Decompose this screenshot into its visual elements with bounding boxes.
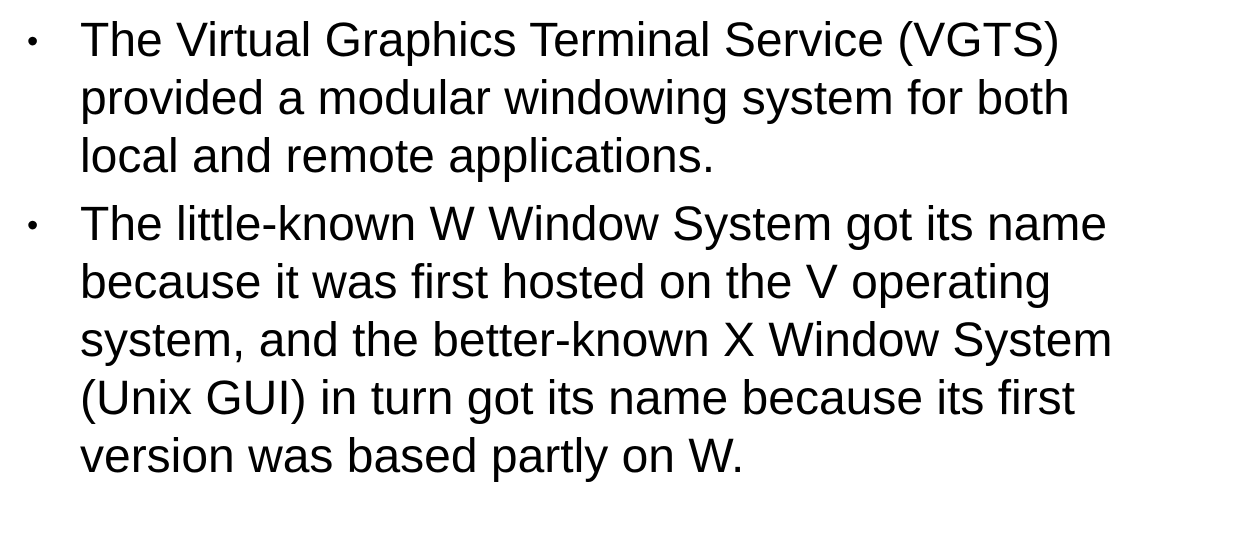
bullet-dot-icon: • — [27, 23, 39, 59]
bullet-item-w-window-system: • The little-known W Window System got i… — [0, 196, 1252, 486]
bullet-text-line: because it was first hosted on the V ope… — [80, 256, 1052, 309]
bullet-text-line: local and remote applications. — [80, 130, 716, 183]
bullet-item-vgts: • The Virtual Graphics Terminal Service … — [0, 12, 1252, 186]
bullet-text-line: provided a modular windowing system for … — [80, 72, 1070, 125]
bullet-text-line: (Unix GUI) in turn got its name because … — [80, 372, 1076, 425]
bullet-text-line: system, and the better-known X Window Sy… — [80, 314, 1113, 367]
slide: • The Virtual Graphics Terminal Service … — [0, 0, 1252, 538]
bullet-list: • The Virtual Graphics Terminal Service … — [0, 12, 1252, 496]
bullet-text-line: version was based partly on W. — [80, 430, 745, 483]
bullet-text-line: The little-known W Window System got its… — [80, 198, 1108, 251]
bullet-text-line: The Virtual Graphics Terminal Service (V… — [80, 14, 1060, 67]
bullet-dot-icon: • — [27, 207, 39, 243]
